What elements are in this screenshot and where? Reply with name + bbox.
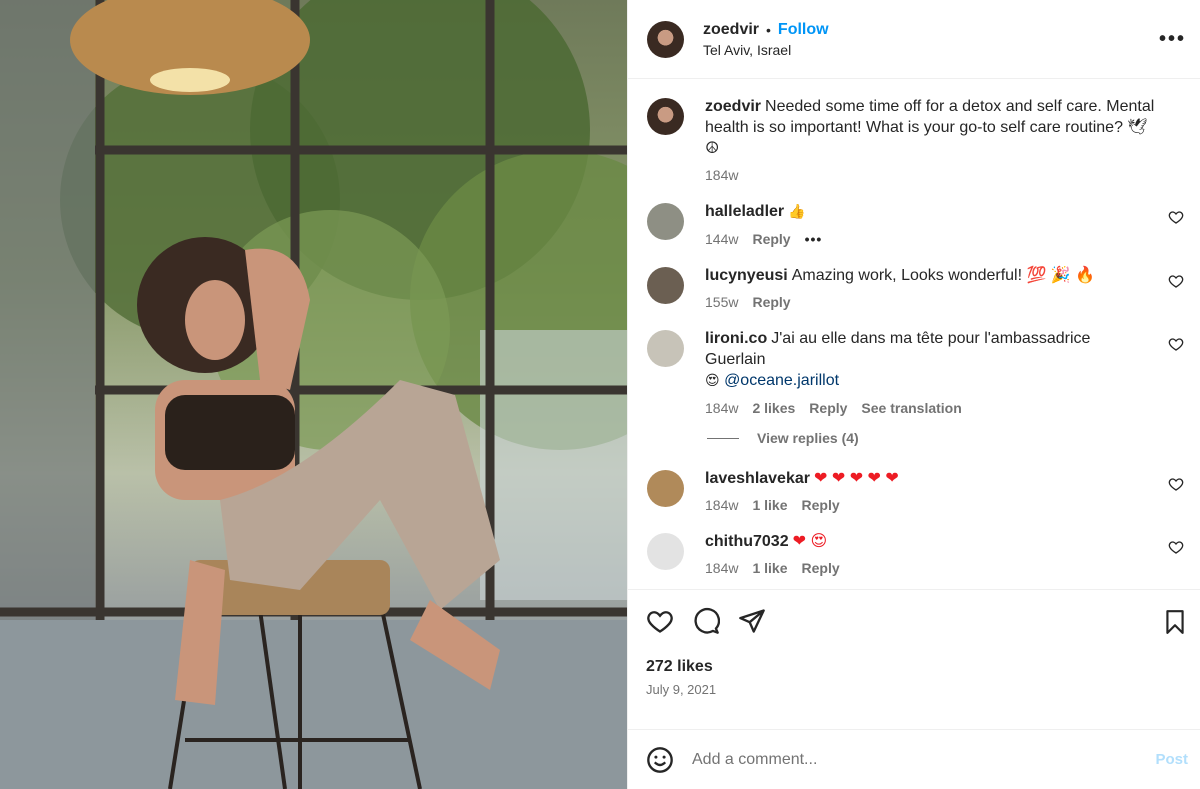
mention-link[interactable]: @oceane.jarillot [724,372,839,389]
commenter-username[interactable]: chithu7032 [705,533,789,550]
view-replies-line [707,437,739,439]
comment-input[interactable] [692,750,1156,769]
comment-emoji: 😍 [705,373,720,389]
comment-likes[interactable]: 1 like [752,497,787,513]
comment-age[interactable]: 144w [705,231,738,247]
like-comment-heart-icon[interactable] [1168,476,1184,492]
commenter-username[interactable]: lucynyeusi [705,267,788,284]
post-header: zoedvir • Follow Tel Aviv, Israel ••• [628,0,1200,79]
commenter-username[interactable]: laveshlavekar [705,470,810,487]
reply-button[interactable]: Reply [809,400,847,416]
caption-avatar[interactable] [647,98,684,135]
post-date: July 9, 2021 [646,682,717,697]
reply-button[interactable]: Reply [802,497,840,513]
comment-text: ❤ 😍 [792,533,828,550]
caption-text: Needed some time off for a detox and sel… [705,98,1155,157]
reply-button[interactable]: Reply [802,560,840,576]
photo-illustration [0,0,627,789]
caption: zoedvir Needed some time off for a detox … [647,96,1184,183]
comment-text: Amazing work, Looks wonderful! 💯 🎉 🔥 [791,267,1096,284]
follow-button[interactable]: Follow [778,21,829,39]
like-comment-heart-icon[interactable] [1168,273,1184,289]
commenter-username[interactable]: lironi.co [705,330,767,347]
post-actions: 272 likes July 9, 2021 [628,589,1200,729]
share-send-icon[interactable] [738,607,766,635]
comment-more-icon[interactable]: ••• [805,231,823,247]
author-username[interactable]: zoedvir [703,21,759,39]
reply-button[interactable]: Reply [752,231,790,247]
post-photo[interactable] [0,0,627,789]
comment-bubble-icon[interactable] [692,607,720,635]
like-comment-heart-icon[interactable] [1168,539,1184,555]
comment-age[interactable]: 184w [705,400,738,416]
commenter-avatar[interactable] [647,330,684,367]
reply-button[interactable]: Reply [752,294,790,310]
emoji-smiley-icon[interactable] [646,746,674,774]
comment-age[interactable]: 155w [705,294,738,310]
comment-item: chithu7032 ❤ 😍 184w 1 like Reply [647,531,1184,576]
see-translation-button[interactable]: See translation [861,400,961,416]
author-avatar[interactable] [647,20,684,58]
comments-list[interactable]: zoedvir Needed some time off for a detox … [628,79,1200,589]
comment-item: halleladler 👍 144w Reply ••• [647,201,1184,247]
likes-count[interactable]: 272 likes [646,658,1186,676]
comment-item: lucynyeusi Amazing work, Looks wonderful!… [647,265,1184,310]
separator-dot: • [766,21,771,38]
comment-likes[interactable]: 1 like [752,560,787,576]
location-link[interactable]: Tel Aviv, Israel [703,42,829,58]
like-heart-icon[interactable] [646,607,674,635]
comment-age[interactable]: 184w [705,497,738,513]
save-bookmark-icon[interactable] [1162,608,1188,636]
comment-age[interactable]: 184w [705,560,738,576]
comment-item: laveshlavekar ❤ ❤ ❤ ❤ ❤ 184w 1 like Reply [647,468,1184,513]
more-options-icon[interactable]: ••• [1159,28,1186,51]
commenter-avatar[interactable] [647,470,684,507]
post-details-panel: zoedvir • Follow Tel Aviv, Israel ••• zo… [627,0,1200,789]
caption-age[interactable]: 184w [705,167,738,183]
comment-likes[interactable]: 2 likes [752,400,795,416]
like-comment-heart-icon[interactable] [1168,209,1184,225]
caption-username[interactable]: zoedvir [705,98,761,115]
add-comment-bar: Post [628,729,1200,789]
commenter-username[interactable]: halleladler [705,203,784,220]
commenter-avatar[interactable] [647,267,684,304]
view-replies-label: View replies (4) [757,430,859,446]
comment-text: 👍 [788,204,806,220]
comment-text: ❤ ❤ ❤ ❤ ❤ [813,470,899,487]
like-comment-heart-icon[interactable] [1168,336,1184,352]
commenter-avatar[interactable] [647,203,684,240]
comment-item: lironi.co J'ai au elle dans ma tête pour … [647,328,1184,416]
post-comment-button[interactable]: Post [1155,751,1188,768]
commenter-avatar[interactable] [647,533,684,570]
view-replies-button[interactable]: View replies (4) [707,430,1184,446]
